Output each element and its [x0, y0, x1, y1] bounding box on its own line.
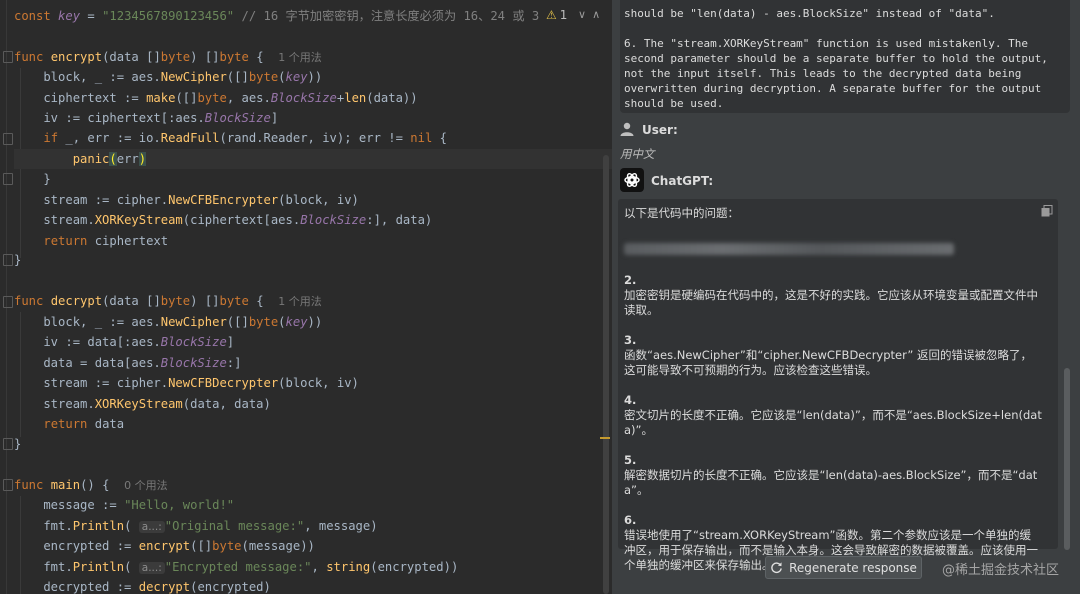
- chatgpt-logo-icon: [620, 168, 644, 192]
- code-line[interactable]: block, _ := aes.NewCipher([]byte(key)): [14, 312, 612, 332]
- fold-icon[interactable]: [3, 133, 13, 145]
- code-line[interactable]: stream := cipher.NewCFBEncrypter(block, …: [14, 190, 612, 210]
- chevron-down-icon[interactable]: ∨: [578, 8, 592, 21]
- answer-item: 4. 密文切片的长度不正确。它应该是“len(data)”，而不是“aes.Blo…: [624, 393, 1042, 437]
- code-line[interactable]: stream := cipher.NewCFBDecrypter(block, …: [14, 373, 612, 393]
- code-line[interactable]: const key = "1234567890123456" // 16 字节加…: [14, 6, 612, 26]
- chevron-up-icon[interactable]: ∧: [592, 8, 606, 21]
- watermark: @稀土掘金技术社区: [942, 563, 1060, 578]
- user-icon: [620, 122, 634, 136]
- code-line[interactable]: }: [14, 250, 612, 270]
- chatgpt-panel: should be "len(data) - aes.BlockSize" in…: [612, 0, 1080, 594]
- code-line[interactable]: stream.XORKeyStream(data, data): [14, 394, 612, 414]
- user-header: User:: [620, 122, 678, 137]
- code-line[interactable]: block, _ := aes.NewCipher([]byte(key)): [14, 67, 612, 87]
- code-line[interactable]: func decrypt(data []byte) []byte { 1 个用法: [14, 291, 612, 311]
- redacted-line: [624, 243, 954, 255]
- answer-item: 2. 加密密钥是硬编码在代码中的，这是不好的实践。它应该从环境变量或配置文件中读取…: [624, 273, 1038, 317]
- regenerate-button[interactable]: Regenerate response: [765, 556, 922, 579]
- comment: // 16 字节加密密钥，注意长度必须为 16、24 或 3: [241, 9, 540, 23]
- usage-hint[interactable]: 1 个用法: [278, 51, 322, 64]
- code-line[interactable]: if _, err := io.ReadFull(rand.Reader, iv…: [14, 128, 612, 148]
- inspection-nav[interactable]: ∨∧: [578, 8, 606, 21]
- fold-icon[interactable]: [3, 438, 13, 450]
- warning-count: 1: [559, 8, 568, 22]
- answer-item: 5. 解密数据切片的长度不正确。它应该是“len(data)-aes.BlockS…: [624, 453, 1038, 497]
- code-line-current[interactable]: panic(err): [14, 149, 612, 169]
- error-stripe-marker[interactable]: [600, 437, 610, 439]
- editor-scrollbar[interactable]: [603, 155, 609, 594]
- user-label: User:: [642, 123, 678, 137]
- code-line[interactable]: data = data[aes.BlockSize:]: [14, 353, 612, 373]
- code-line[interactable]: stream.XORKeyStream(ciphertext[aes.Block…: [14, 210, 612, 230]
- fold-icon[interactable]: [3, 479, 13, 491]
- code-line[interactable]: fmt.Println( a...: "Encrypted message:", …: [14, 557, 612, 577]
- copy-icon[interactable]: [1041, 205, 1053, 217]
- code-line[interactable]: return data: [14, 414, 612, 434]
- code-line[interactable]: return ciphertext: [14, 231, 612, 251]
- assistant-label: ChatGPT:: [651, 174, 714, 188]
- previous-response: should be "len(data) - aes.BlockSize" in…: [620, 0, 1070, 113]
- param-hint: a...:: [138, 521, 165, 533]
- usage-hint[interactable]: 0 个用法: [124, 479, 168, 492]
- answer-item: 3. 函数“aes.NewCipher”和“cipher.NewCFBDecryp…: [624, 333, 1032, 377]
- code-line[interactable]: message := "Hello, world!": [14, 495, 612, 515]
- chat-scrollbar[interactable]: [1064, 368, 1070, 550]
- code-line[interactable]: fmt.Println( a...: "Original message:", m…: [14, 516, 612, 536]
- user-message: 用中文: [620, 147, 655, 161]
- warning-icon: ⚠: [546, 8, 557, 22]
- assistant-answer: 以下是代码中的问题： 2. 加密密钥是硬编码在代码中的，这是不好的实践。它应该从环…: [618, 199, 1058, 572]
- fold-icon[interactable]: [3, 51, 13, 63]
- previous-response-tail: should be "len(data) - aes.BlockSize" in…: [624, 7, 995, 20]
- code-line[interactable]: }: [14, 169, 612, 189]
- code-line[interactable]: func encrypt(data []byte) []byte { 1 个用法: [14, 47, 612, 67]
- fold-icon[interactable]: [3, 254, 13, 266]
- param-hint: a...:: [138, 562, 165, 574]
- regenerate-label: Regenerate response: [789, 560, 917, 575]
- refresh-icon: [771, 562, 782, 574]
- usage-hint[interactable]: 1 个用法: [278, 295, 322, 308]
- fold-icon[interactable]: [3, 173, 13, 185]
- previous-response-item: 6. The "stream.XORKeyStream" function is…: [624, 37, 1055, 110]
- code-line[interactable]: encrypted := encrypt([]byte(message)): [14, 536, 612, 556]
- answer-intro: 以下是代码中的问题：: [624, 206, 739, 220]
- inspection-widget[interactable]: ⚠ 1: [546, 8, 567, 22]
- code-line[interactable]: decrypted := decrypt(encrypted): [14, 577, 612, 594]
- code-editor[interactable]: const key = "1234567890123456" // 16 字节加…: [0, 0, 612, 594]
- code-line[interactable]: func main() { 0 个用法: [14, 475, 612, 495]
- code-line[interactable]: iv := ciphertext[:aes.BlockSize]: [14, 108, 612, 128]
- fold-icon[interactable]: [3, 296, 13, 308]
- code-line[interactable]: iv := data[:aes.BlockSize]: [14, 332, 612, 352]
- code-line[interactable]: ciphertext := make([]byte, aes.BlockSize…: [14, 88, 612, 108]
- code-line[interactable]: }: [14, 434, 612, 454]
